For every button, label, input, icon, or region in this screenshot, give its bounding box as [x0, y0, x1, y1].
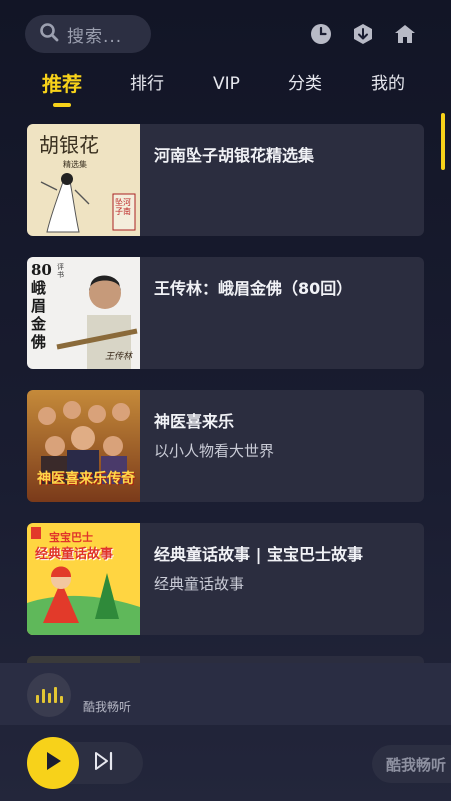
album-title: 经典童话故事 | 宝宝巴士故事	[154, 545, 363, 564]
home-icon[interactable]	[393, 22, 417, 46]
cover-tag: 评书	[57, 263, 64, 279]
tab-ranking[interactable]: 排行	[130, 70, 164, 98]
player-title: 酷我畅听	[83, 700, 132, 714]
equalizer-icon	[27, 673, 71, 717]
tab-category[interactable]: 分类	[288, 70, 322, 98]
skip-next-button[interactable]	[92, 751, 116, 775]
top-bar: 搜索...	[0, 0, 451, 68]
skip-next-icon	[93, 751, 115, 775]
album-cover: 胡银花 精选集 坠河子南	[27, 124, 140, 236]
play-button[interactable]	[27, 737, 79, 789]
search-icon	[39, 22, 59, 46]
album-title: 王传林：峨眉金佛（80回）	[154, 279, 353, 298]
download-icon[interactable]	[351, 22, 375, 46]
album-cover: 神医喜来乐传奇	[27, 390, 140, 502]
cover-seal: 坠河子南	[115, 198, 131, 216]
history-clock-icon[interactable]	[309, 22, 333, 46]
tab-recommend[interactable]: 推荐	[42, 70, 82, 98]
tab-mine[interactable]: 我的	[371, 70, 405, 98]
list-item[interactable]: 胡银花 精选集 坠河子南 河南坠子胡银花精选集	[27, 124, 424, 236]
scrollbar-thumb[interactable]	[441, 113, 445, 170]
album-subtitle: 以小人物看大世界	[154, 442, 275, 460]
cover-subheading: 精选集	[63, 159, 87, 169]
search-box[interactable]: 搜索...	[25, 15, 151, 53]
list-item[interactable]: 宝宝巴士 经典童话故事 经典童话故事 | 宝宝巴士故事 经典童话故事	[27, 523, 424, 635]
brand-button[interactable]: 酷我畅听	[372, 745, 451, 783]
album-title: 河南坠子胡银花精选集	[154, 146, 315, 165]
album-cover: 80峨眉金佛 评书 王传林	[27, 257, 140, 369]
category-tabs: 推荐 排行 VIP 分类 我的	[0, 70, 451, 110]
cover-heading: 胡银花	[39, 133, 99, 157]
search-placeholder: 搜索...	[67, 26, 123, 47]
play-icon	[43, 750, 63, 776]
album-title: 神医喜来乐	[154, 412, 235, 431]
list-item[interactable]: 80峨眉金佛 评书 王传林 王传林：峨眉金佛（80回）	[27, 257, 424, 369]
list-item[interactable]: 神医喜来乐传奇 神医喜来乐 以小人物看大世界	[27, 390, 424, 502]
tab-vip[interactable]: VIP	[213, 70, 240, 98]
album-subtitle: 经典童话故事	[154, 575, 245, 593]
cover-heading: 经典童话故事	[35, 547, 114, 562]
cover-heading: 神医喜来乐传奇	[37, 471, 135, 487]
cover-heading: 80峨眉金佛	[31, 261, 52, 351]
active-tab-indicator	[53, 103, 71, 107]
album-cover: 宝宝巴士 经典童话故事	[27, 523, 140, 635]
cover-signature: 王传林	[105, 352, 133, 362]
